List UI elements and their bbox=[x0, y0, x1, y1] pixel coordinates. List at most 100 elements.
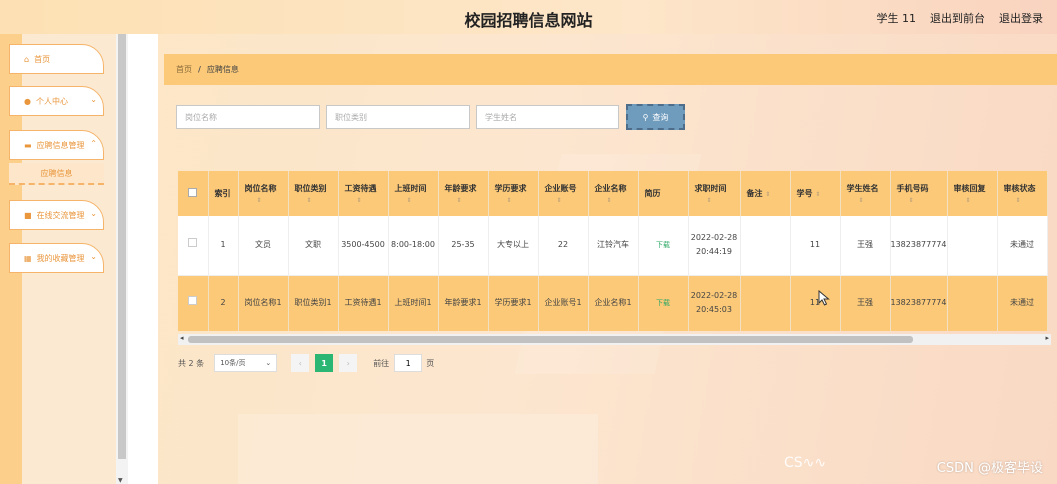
job-category-input[interactable] bbox=[326, 105, 470, 129]
column-header[interactable]: 年龄要求 ⇕ bbox=[438, 171, 489, 216]
table-cell: 未通过 bbox=[997, 216, 1048, 276]
sort-icon[interactable]: ⇕ bbox=[395, 197, 438, 204]
sidebar-item-favorites[interactable]: ▦ 我的收藏管理 ⌄ bbox=[9, 243, 104, 273]
next-page-button[interactable]: › bbox=[339, 354, 358, 372]
goto-page-input[interactable] bbox=[394, 354, 423, 372]
column-header[interactable]: 学号 ⇕ bbox=[790, 171, 841, 216]
column-header[interactable]: 审核回复 ⇕ bbox=[947, 171, 998, 216]
column-header[interactable]: 手机号码 ⇕ bbox=[890, 171, 948, 216]
sort-icon[interactable]: ⇕ bbox=[954, 197, 997, 204]
scroll-left-arrow-icon[interactable]: ◂ bbox=[180, 334, 184, 342]
table-cell bbox=[740, 275, 791, 331]
sort-icon[interactable]: ⇕ bbox=[897, 197, 947, 204]
position-name-input[interactable] bbox=[176, 105, 320, 129]
scroll-down-arrow-icon[interactable]: ▼ bbox=[118, 477, 123, 484]
table-cell: 上班时间1 bbox=[388, 275, 439, 331]
table-cell: 2022-02-28 20:44:19 bbox=[688, 216, 741, 276]
column-header: 简历 bbox=[638, 171, 689, 216]
sort-icon[interactable]: ⇕ bbox=[495, 197, 538, 204]
sort-icon[interactable]: ⇕ bbox=[545, 197, 588, 204]
column-header[interactable]: 企业名称 ⇕ bbox=[588, 171, 639, 216]
column-header[interactable]: 学生姓名 ⇕ bbox=[840, 171, 891, 216]
row-checkbox[interactable] bbox=[188, 296, 198, 306]
mouse-cursor-icon bbox=[818, 290, 830, 306]
resume-download-link[interactable]: 下载 bbox=[656, 241, 670, 249]
table-cell: 年龄要求1 bbox=[438, 275, 489, 331]
sort-icon[interactable]: ⇕ bbox=[245, 197, 288, 204]
chevron-down-icon: ⌄ bbox=[90, 209, 97, 218]
table-scrollbar-thumb[interactable] bbox=[188, 336, 913, 343]
table-cell: 工资待遇1 bbox=[338, 275, 389, 331]
student-name-input[interactable] bbox=[476, 105, 619, 129]
column-header[interactable]: 审核状态 ⇕ bbox=[997, 171, 1048, 216]
top-header: 校园招聘信息网站 学生 11 退出到前台 退出登录 bbox=[0, 0, 1057, 34]
sort-icon[interactable]: ⇕ bbox=[295, 197, 338, 204]
column-header[interactable]: 学历要求 ⇕ bbox=[488, 171, 539, 216]
background-decoration bbox=[238, 414, 598, 484]
scroll-right-arrow-icon[interactable]: ▸ bbox=[1045, 334, 1049, 342]
search-icon: ⚲ bbox=[642, 112, 649, 122]
sort-icon[interactable]: ⇕ bbox=[847, 197, 890, 204]
sidebar-item-label: 应聘信息管理 bbox=[36, 140, 85, 150]
home-icon: ⌂ bbox=[24, 54, 30, 64]
sort-icon[interactable]: ⇕ bbox=[815, 191, 820, 198]
table-cell: 2 bbox=[208, 275, 239, 331]
table-cell: 学历要求1 bbox=[488, 275, 539, 331]
chat-icon: ■ bbox=[24, 210, 32, 220]
watermark-left: CS∿∿ bbox=[784, 455, 827, 471]
table-cell: 2022-02-28 20:45:03 bbox=[688, 275, 741, 331]
sort-icon[interactable]: ⇕ bbox=[1004, 197, 1047, 204]
sidebar-scrollbar-thumb[interactable] bbox=[118, 34, 126, 459]
sidebar-scrollbar[interactable]: ▼ bbox=[116, 34, 128, 484]
back-to-front-link[interactable]: 退出到前台 bbox=[930, 10, 985, 26]
column-header[interactable]: 职位类别 ⇕ bbox=[288, 171, 339, 216]
goto-unit: 页 bbox=[426, 358, 435, 368]
row-select-cell[interactable] bbox=[178, 216, 209, 276]
sidebar-item-home[interactable]: ⌂ 首页 bbox=[9, 44, 104, 74]
logout-link[interactable]: 退出登录 bbox=[999, 10, 1043, 26]
table-cell: 职位类别1 bbox=[288, 275, 339, 331]
sidebar-item-label: 我的收藏管理 bbox=[36, 253, 85, 263]
column-header[interactable]: 求职时间 ⇕ bbox=[688, 171, 741, 216]
page-size-value: 10条/页 bbox=[220, 359, 246, 367]
breadcrumb-separator: / bbox=[198, 65, 201, 74]
column-header: 索引 bbox=[208, 171, 239, 216]
sort-icon[interactable]: ⇕ bbox=[695, 197, 740, 204]
sort-icon[interactable]: ⇕ bbox=[345, 197, 388, 204]
column-header[interactable]: 工资待遇 ⇕ bbox=[338, 171, 389, 216]
sidebar-item-application-management[interactable]: ▬ 应聘信息管理 ⌃ bbox=[9, 130, 104, 160]
resume-download-link[interactable]: 下载 bbox=[656, 299, 670, 307]
breadcrumb-home[interactable]: 首页 bbox=[176, 64, 192, 75]
column-header[interactable]: 备注 ⇕ bbox=[740, 171, 791, 216]
page-size-select[interactable]: 10条/页 ⌄ bbox=[214, 354, 278, 372]
sidebar-item-online-chat[interactable]: ■ 在线交流管理 ⌄ bbox=[9, 200, 104, 230]
column-header[interactable]: 岗位名称 ⇕ bbox=[238, 171, 289, 216]
column-header[interactable]: 企业账号 ⇕ bbox=[538, 171, 589, 216]
prev-page-button[interactable]: ‹ bbox=[291, 354, 310, 372]
table-cell: 13823877774 bbox=[890, 275, 948, 331]
table-cell: 王强 bbox=[840, 216, 891, 276]
breadcrumb-current: 应聘信息 bbox=[206, 65, 239, 74]
sidebar-item-personal-center[interactable]: ● 个人中心 ⌄ bbox=[9, 86, 104, 116]
table-cell: 25-35 bbox=[438, 216, 489, 276]
total-count: 共 2 条 bbox=[178, 358, 205, 368]
sidebar-subitem-applications[interactable]: 应聘信息 bbox=[9, 163, 104, 185]
row-select-cell[interactable] bbox=[178, 275, 209, 331]
select-all-checkbox[interactable] bbox=[188, 188, 198, 197]
table-horizontal-scrollbar[interactable]: ◂ ▸ bbox=[178, 334, 1051, 345]
search-button[interactable]: ⚲ 查询 bbox=[626, 104, 685, 130]
user-label[interactable]: 学生 11 bbox=[877, 10, 917, 26]
current-page-button[interactable]: 1 bbox=[315, 354, 334, 372]
chevron-up-icon: ⌃ bbox=[90, 139, 97, 148]
sort-icon[interactable]: ⇕ bbox=[445, 197, 488, 204]
table-cell bbox=[947, 216, 998, 276]
sort-icon[interactable]: ⇕ bbox=[765, 191, 770, 198]
column-header[interactable]: 上班时间 ⇕ bbox=[388, 171, 439, 216]
table-cell: 11 bbox=[790, 216, 841, 276]
sidebar-item-label: 在线交流管理 bbox=[36, 210, 85, 220]
table-cell: 岗位名称1 bbox=[238, 275, 289, 331]
table-cell: 文员 bbox=[238, 216, 289, 276]
select-all-header[interactable] bbox=[178, 171, 209, 216]
sort-icon[interactable]: ⇕ bbox=[595, 197, 638, 204]
row-checkbox[interactable] bbox=[188, 238, 198, 248]
